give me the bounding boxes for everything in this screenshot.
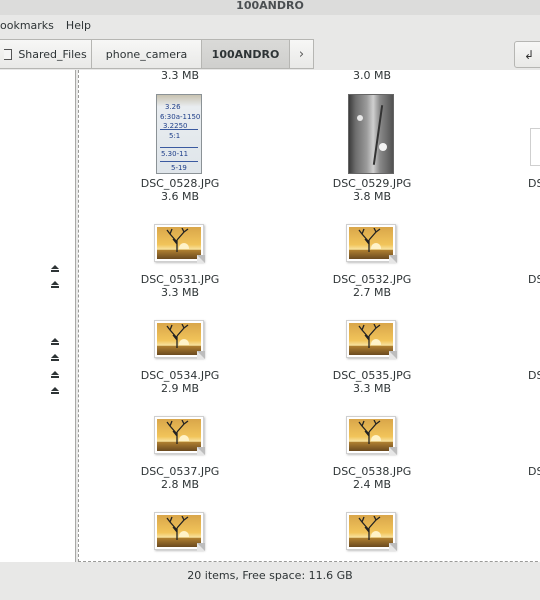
file-size: 3.3 MB xyxy=(160,70,200,82)
file-item[interactable]: DSC_0531.JPG 3.3 MB xyxy=(120,273,240,299)
note-text: 5:1 xyxy=(169,132,181,140)
image-thumbnail[interactable]: 3.26 6:30a-1150 3.2250 5:1 5.30-11 5-19 xyxy=(156,94,202,174)
window-title: 100ANDRO xyxy=(0,0,540,15)
file-name: DS xyxy=(528,273,540,286)
note-text: 3.26 xyxy=(165,103,181,111)
file-size: 3.6 MB xyxy=(160,190,200,203)
enter-icon: ↲ xyxy=(523,47,535,62)
menu-bookmarks[interactable]: ookmarks xyxy=(0,15,60,37)
menu-help[interactable]: Help xyxy=(60,15,97,37)
image-file-icon[interactable] xyxy=(530,128,540,166)
crumb-next-arrow[interactable]: › xyxy=(290,39,314,69)
file-name: DSC_0531.JPG xyxy=(140,273,220,286)
file-item[interactable]: DSC_0528.JPG 3.6 MB xyxy=(120,177,240,203)
image-file-icon[interactable] xyxy=(154,320,205,359)
note-text: 3.2250 xyxy=(163,122,188,130)
image-file-icon[interactable] xyxy=(346,224,397,263)
note-text: 5.30-11 xyxy=(161,150,189,158)
image-file-icon[interactable] xyxy=(346,416,397,455)
sidebar xyxy=(0,70,76,562)
file-name: DSC_0528.JPG xyxy=(140,177,220,190)
file-size: 3.0 MB xyxy=(352,70,392,82)
file-size: 2.9 MB xyxy=(160,382,200,395)
eject-icon[interactable] xyxy=(50,338,60,348)
crumb-100andro[interactable]: 100ANDRO xyxy=(202,39,290,69)
status-bar: 20 items, Free space: 11.6 GB xyxy=(0,562,540,600)
file-size: 3.3 MB xyxy=(352,382,392,395)
folder-icon xyxy=(4,48,13,60)
file-item-partial[interactable]: 3.3 MB xyxy=(120,70,240,82)
note-text: 5-19 xyxy=(171,164,187,172)
file-item-partial[interactable]: 3.0 MB xyxy=(312,70,432,82)
file-item[interactable]: DSC_0532.JPG 2.7 MB xyxy=(312,273,432,299)
image-file-icon[interactable] xyxy=(154,512,205,551)
file-size: 2.4 MB xyxy=(352,478,392,491)
file-item[interactable]: DSC_0534.JPG 2.9 MB xyxy=(120,369,240,395)
file-item[interactable]: DSC_0535.JPG 3.3 MB xyxy=(312,369,432,395)
crumb-label: phone_camera xyxy=(105,47,188,61)
file-name: DSC_0532.JPG xyxy=(332,273,412,286)
file-name: DS xyxy=(528,177,540,190)
image-file-icon[interactable] xyxy=(154,224,205,263)
note-text: 6:30a-1150 xyxy=(160,113,201,121)
menu-bar: ookmarks Help xyxy=(0,15,540,37)
image-file-icon[interactable] xyxy=(154,416,205,455)
file-name: DS xyxy=(528,465,540,478)
eject-icon[interactable] xyxy=(50,265,60,275)
chevron-right-icon: › xyxy=(298,46,305,62)
file-item[interactable]: DSC_0537.JPG 2.8 MB xyxy=(120,465,240,491)
file-name: DSC_0535.JPG xyxy=(332,369,412,382)
image-file-icon[interactable] xyxy=(346,512,397,551)
file-size: 3.8 MB xyxy=(352,190,392,203)
file-name: DSC_0529.JPG xyxy=(332,177,412,190)
eject-icon[interactable] xyxy=(50,371,60,381)
file-name: DSC_0537.JPG xyxy=(140,465,220,478)
eject-icon[interactable] xyxy=(50,281,60,291)
file-size: 2.7 MB xyxy=(352,286,392,299)
file-view[interactable]: 3.3 MB 3.0 MB 3.26 6:30a-1150 3.2250 5:1… xyxy=(78,70,540,562)
image-file-icon[interactable] xyxy=(346,320,397,359)
eject-icon[interactable] xyxy=(50,387,60,397)
crumb-label: 100ANDRO xyxy=(211,47,280,61)
image-thumbnail[interactable] xyxy=(348,94,394,174)
file-item[interactable]: DSC_0538.JPG 2.4 MB xyxy=(312,465,432,491)
file-item[interactable]: DSC_0529.JPG 3.8 MB xyxy=(312,177,432,203)
toolbar-right-button[interactable]: ↲ xyxy=(514,41,540,68)
crumb-phone-camera[interactable]: phone_camera xyxy=(92,39,202,69)
file-name: DSC_0538.JPG xyxy=(332,465,412,478)
file-size: 3.3 MB xyxy=(160,286,200,299)
eject-icon[interactable] xyxy=(50,354,60,364)
crumb-shared-files[interactable]: Shared_Files xyxy=(0,39,92,69)
crumb-label: Shared_Files xyxy=(18,47,87,61)
file-size: 2.8 MB xyxy=(160,478,200,491)
file-name: DSC_0534.JPG xyxy=(140,369,220,382)
file-name: DS xyxy=(528,369,540,382)
path-bar: Shared_Files phone_camera 100ANDRO › xyxy=(0,39,314,69)
